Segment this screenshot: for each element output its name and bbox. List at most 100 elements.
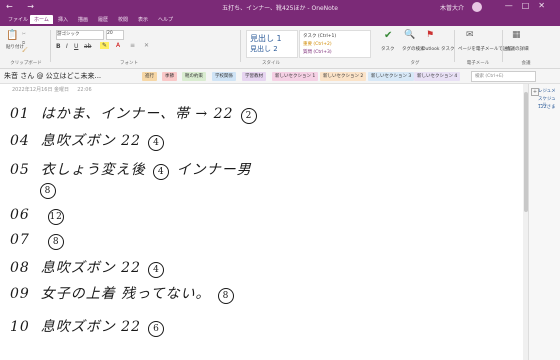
page-list: + レジュメ スケジュール 122さま xyxy=(528,84,560,360)
underline-button[interactable]: U xyxy=(74,43,78,50)
note-line[interactable]: 09 女子の上着 残ってない。 8 xyxy=(10,283,236,304)
email-page-button[interactable]: ページを電子メールで送信 xyxy=(458,46,512,52)
style-gallery[interactable]: 見出し 1 見出し 2 xyxy=(246,30,298,58)
clipboard-label: クリップボード xyxy=(10,61,42,66)
line-number: 06 xyxy=(10,207,30,223)
meeting-details-button[interactable]: 会議の詳細 xyxy=(506,46,529,52)
circled-number: 8 xyxy=(48,234,65,250)
note-line[interactable]: 08 息吹ズボン 22 4 xyxy=(10,257,166,278)
ribbon: 📋 貼り付け ✂ ⧉ 🖌 クリップボード 游ゴシック 20 B I U ab ✎… xyxy=(0,26,560,69)
heading1-style[interactable]: 見出し 1 xyxy=(250,33,282,44)
circled-number: 2 xyxy=(240,108,257,124)
section-bar: 朱音 さん @ 公立はどこ未来... 進行 季節 靴の約束 学校関係 学習教材 … xyxy=(0,69,560,84)
checkmark-icon[interactable]: ✔ xyxy=(384,30,392,41)
paste-icon[interactable]: 📋 xyxy=(6,30,18,41)
separator xyxy=(502,30,503,62)
tag-important[interactable]: 重要 (Ctrl+2) xyxy=(303,41,332,47)
cut-icon[interactable]: ✂ xyxy=(22,32,26,37)
note-line[interactable]: 10 息吹ズボン 22 6 xyxy=(10,316,166,337)
line-number: 05 xyxy=(10,162,30,178)
separator xyxy=(454,30,455,62)
section-tab[interactable]: 学校関係 xyxy=(212,72,236,81)
line-number: 01 xyxy=(10,106,30,122)
line-text: 息吹ズボン 22 xyxy=(40,133,141,149)
search-input[interactable]: 検索 (Ctrl+E) xyxy=(471,71,536,82)
tab-help[interactable]: ヘルプ xyxy=(158,16,173,23)
copy-icon[interactable]: ⧉ xyxy=(22,40,25,46)
heading2-style[interactable]: 見出し 2 xyxy=(250,44,278,54)
tag-todo[interactable]: タスク (Ctrl+1) xyxy=(303,33,336,39)
line-text: 衣しょう変え後 xyxy=(40,162,146,178)
tags-label: タグ xyxy=(410,61,420,66)
line-suffix: インナー男 xyxy=(176,162,252,178)
circled-number: 8 xyxy=(217,288,234,304)
italic-button[interactable]: I xyxy=(66,43,68,50)
format-painter-icon[interactable]: 🖌 xyxy=(22,48,28,53)
separator xyxy=(50,30,51,62)
line-number: 09 xyxy=(10,286,30,302)
section-tab[interactable]: 新しいセクション 1 xyxy=(272,72,319,81)
line-number: 08 xyxy=(10,260,30,276)
page-item[interactable]: 122さま xyxy=(538,104,556,110)
note-line[interactable]: 01 はかま、インナー、帯 → 22 2 xyxy=(10,103,259,124)
page-date: 2022年12月16日 金曜日 22:06 xyxy=(12,87,92,93)
tag-question[interactable]: 質問 (Ctrl+3) xyxy=(303,49,332,55)
strikethrough-button[interactable]: ab xyxy=(84,43,92,50)
section-tab[interactable]: 進行 xyxy=(142,72,157,81)
notebook-title[interactable]: 朱音 さん @ 公立はどこ未来... xyxy=(4,71,101,81)
font-name-select[interactable]: 游ゴシック xyxy=(56,30,104,40)
window-controls[interactable]: —□✕ xyxy=(505,1,554,10)
separator xyxy=(240,30,241,62)
font-size-select[interactable]: 20 xyxy=(106,30,124,40)
tab-insert[interactable]: 挿入 xyxy=(58,16,68,23)
note-line[interactable]: 8 xyxy=(38,181,58,199)
tags-gallery[interactable]: タスク (Ctrl+1) 重要 (Ctrl+2) 質問 (Ctrl+3) xyxy=(299,30,371,58)
section-tab[interactable]: 新しいセクション 2 xyxy=(320,72,367,81)
tab-review[interactable]: 校閲 xyxy=(118,16,128,23)
clipboard-group: 📋 貼り付け ✂ ⧉ 🖌 クリップボード xyxy=(4,28,48,66)
line-text: 息吹ズボン 22 xyxy=(40,319,141,335)
section-tab[interactable]: 新しいセクション 4 xyxy=(414,72,461,81)
section-tab[interactable]: 季節 xyxy=(162,72,177,81)
note-line[interactable]: 04 息吹ズボン 22 4 xyxy=(10,130,166,151)
bold-button[interactable]: B xyxy=(56,43,61,50)
font-label: フォント xyxy=(120,61,138,66)
font-group: 游ゴシック 20 B I U ab ✎ A ≡ ✕ フォント xyxy=(54,28,204,66)
circled-number: 4 xyxy=(153,164,170,180)
email-icon[interactable]: ✉ xyxy=(466,30,474,40)
meeting-icon[interactable]: ▦ xyxy=(512,30,521,40)
font-color-icon[interactable]: A xyxy=(116,42,120,49)
close-button[interactable]: ✕ xyxy=(538,1,554,10)
minimize-button[interactable]: — xyxy=(505,1,522,10)
tab-view[interactable]: 表示 xyxy=(138,16,148,23)
clear-format-icon[interactable]: ✕ xyxy=(144,42,149,49)
note-line[interactable]: 05 衣しょう変え後 4 インナー男 xyxy=(10,159,252,180)
todo-tag-button[interactable]: タスク xyxy=(381,46,395,52)
section-tab[interactable]: 学習教材 xyxy=(242,72,266,81)
line-text: 女子の上着 残ってない。 xyxy=(40,286,211,302)
section-tab[interactable]: 靴の約束 xyxy=(182,72,206,81)
line-text: はかま、インナー、帯 → 22 xyxy=(40,106,234,122)
search-icon[interactable]: 🔍 xyxy=(404,30,415,40)
page-item[interactable]: レジュメ xyxy=(538,88,556,94)
tab-history[interactable]: 履歴 xyxy=(98,16,108,23)
note-line[interactable]: 07 8 xyxy=(10,232,66,250)
maximize-button[interactable]: □ xyxy=(522,1,539,10)
font-size-value: 20 xyxy=(107,31,113,36)
align-icon[interactable]: ≡ xyxy=(130,42,135,49)
tab-home[interactable]: ホーム xyxy=(30,15,53,24)
email-label: 電子メール xyxy=(466,61,490,66)
tab-file[interactable]: ファイル xyxy=(8,16,28,23)
styles-label: スタイル xyxy=(262,61,280,66)
note-line[interactable]: 06 12 xyxy=(10,207,66,225)
avatar[interactable] xyxy=(472,2,482,12)
menu-tabs: ファイル ホーム 挿入 描画 履歴 校閲 表示 ヘルプ xyxy=(0,14,560,26)
highlight-icon[interactable]: ✎ xyxy=(100,42,110,49)
section-tab[interactable]: 新しいセクション 3 xyxy=(368,72,415,81)
outlook-tasks-button[interactable]: Outlook タスク xyxy=(422,46,454,52)
flag-icon[interactable]: ⚑ xyxy=(426,30,434,40)
circled-number: 8 xyxy=(40,183,56,199)
user-name[interactable]: 木曽大介 xyxy=(440,3,464,12)
circled-number: 4 xyxy=(148,262,165,278)
tab-draw[interactable]: 描画 xyxy=(78,16,88,23)
